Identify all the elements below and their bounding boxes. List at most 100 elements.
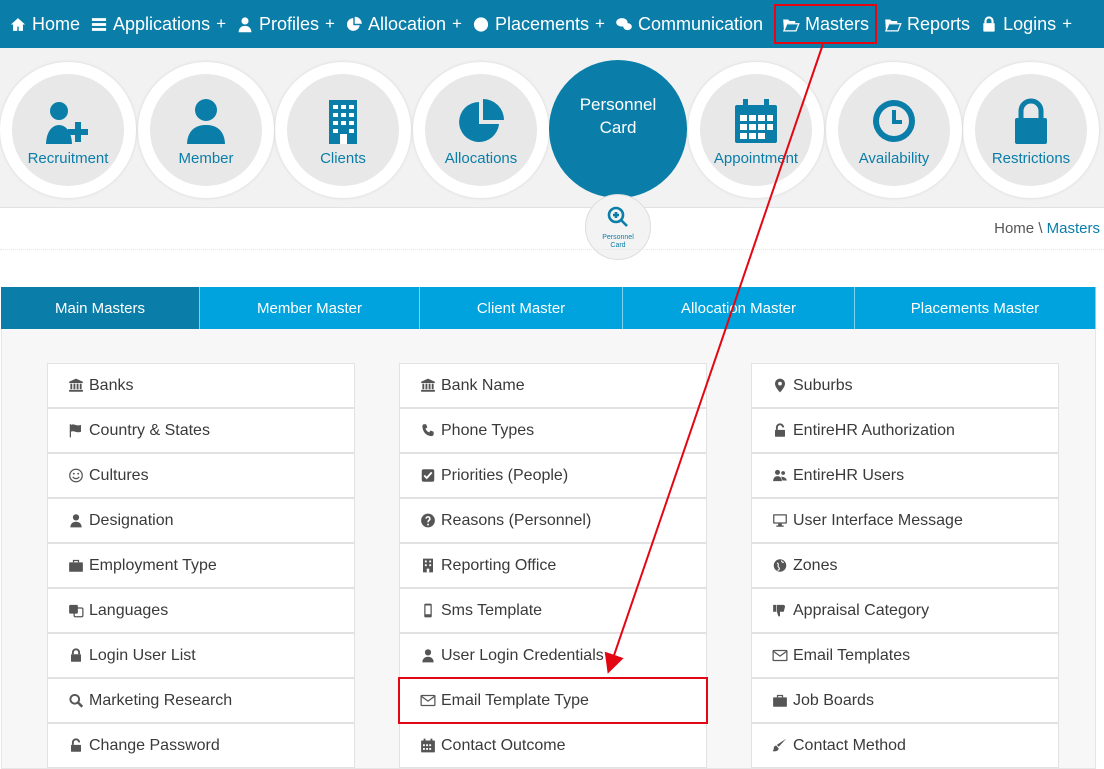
- master-item-banks[interactable]: Banks: [47, 363, 355, 408]
- master-item-label: Reasons (Personnel): [441, 511, 592, 529]
- clients-icon: [329, 99, 357, 144]
- tile-label: Allocations: [444, 149, 518, 167]
- master-item-label: User Login Credentials: [441, 646, 604, 664]
- nav-communication[interactable]: Communication: [612, 0, 770, 48]
- nav-label: Placements: [494, 13, 590, 34]
- master-item-bank-name[interactable]: Bank Name: [399, 363, 707, 408]
- tile-availability[interactable]: Availability: [826, 62, 962, 198]
- smile-icon: [69, 468, 83, 483]
- zoom-in-icon: [607, 206, 628, 227]
- tab-main-masters[interactable]: Main Masters: [1, 287, 200, 329]
- language-icon: [69, 604, 84, 618]
- master-item-contact-outcome[interactable]: Contact Outcome: [399, 723, 707, 768]
- envelope-icon: [420, 694, 436, 707]
- master-item-job-boards[interactable]: Job Boards: [751, 678, 1059, 723]
- top-nav: Home Applications + Profiles + Allocation + Pla…: [0, 0, 1104, 48]
- tab-client-master[interactable]: Client Master: [420, 287, 623, 329]
- bank-icon: [69, 378, 83, 392]
- tile-member[interactable]: Member: [138, 62, 274, 198]
- breadcrumb-current[interactable]: Masters: [1047, 220, 1100, 237]
- master-item-country-states[interactable]: Country & States: [47, 408, 355, 453]
- master-item-change-password[interactable]: Change Password: [47, 723, 355, 768]
- appointment-icon: [735, 98, 777, 143]
- breadcrumb-separator: \: [1038, 220, 1043, 237]
- nav-label: Allocation: [367, 13, 447, 34]
- master-item-suburbs[interactable]: Suburbs: [751, 363, 1059, 408]
- nav-allocation[interactable]: Allocation +: [342, 0, 469, 48]
- nav-applications[interactable]: Applications +: [87, 0, 233, 48]
- nav-logins[interactable]: Logins +: [977, 0, 1079, 48]
- tile-recruitment[interactable]: Recruitment: [0, 62, 136, 198]
- bank-icon: [421, 378, 435, 392]
- master-item-label: Email Templates: [793, 646, 911, 664]
- master-item-appraisal-category[interactable]: Appraisal Category: [751, 588, 1059, 633]
- flag-icon: [69, 424, 81, 438]
- master-item-phone-types[interactable]: Phone Types: [399, 408, 707, 453]
- master-item-user-interface-message[interactable]: User Interface Message: [751, 498, 1059, 543]
- master-item-priorities-people-[interactable]: Priorities (People): [399, 453, 707, 498]
- tile-label: Member: [178, 149, 234, 167]
- search-icon: [69, 693, 84, 708]
- nav-expand-icon[interactable]: +: [325, 14, 335, 34]
- master-item-user-login-credentials[interactable]: User Login Credentials: [399, 633, 707, 678]
- briefcase-icon: [773, 694, 787, 707]
- tab-placements-master[interactable]: Placements Master: [855, 287, 1096, 329]
- masters-panel: Banks Country & States Cultures Designation…: [1, 329, 1096, 769]
- master-item-marketing-research[interactable]: Marketing Research: [47, 678, 355, 723]
- personnel-card-title-2: Card: [599, 118, 637, 137]
- master-item-languages[interactable]: Languages: [47, 588, 355, 633]
- master-item-label: Change Password: [89, 736, 220, 754]
- personnel-card-tile[interactable]: Personnel Card: [549, 60, 687, 198]
- restrictions-icon: [1015, 98, 1047, 144]
- tile-label: Clients: [320, 149, 366, 167]
- nav-home[interactable]: Home: [6, 0, 87, 48]
- nav-placements[interactable]: Placements +: [469, 0, 612, 48]
- unlock-icon: [775, 423, 785, 437]
- master-item-label: Appraisal Category: [793, 601, 930, 619]
- tile-clients[interactable]: Clients: [275, 62, 411, 198]
- master-item-entirehr-authorization[interactable]: EntireHR Authorization: [751, 408, 1059, 453]
- tile-label: Restrictions: [991, 149, 1071, 167]
- master-item-label: Designation: [89, 511, 174, 529]
- nav-expand-icon[interactable]: +: [595, 14, 605, 34]
- master-item-sms-template[interactable]: Sms Template: [399, 588, 707, 633]
- user-icon: [238, 16, 252, 32]
- master-item-login-user-list[interactable]: Login User List: [47, 633, 355, 678]
- tile-appointment[interactable]: Appointment: [688, 62, 824, 198]
- master-item-reporting-office[interactable]: Reporting Office: [399, 543, 707, 588]
- master-item-employment-type[interactable]: Employment Type: [47, 543, 355, 588]
- nav-reports[interactable]: Reports: [881, 0, 977, 48]
- globe-icon: [473, 16, 489, 32]
- master-item-reasons-personnel-[interactable]: Reasons (Personnel): [399, 498, 707, 543]
- nav-expand-icon[interactable]: +: [216, 14, 226, 34]
- masters-column-1: Banks Country & States Cultures Designation…: [47, 363, 355, 768]
- master-item-label: Reporting Office: [441, 556, 557, 574]
- master-item-email-templates[interactable]: Email Templates: [751, 633, 1059, 678]
- tab-member-master[interactable]: Member Master: [200, 287, 420, 329]
- folder-open-icon: [885, 19, 902, 32]
- nav-expand-icon[interactable]: +: [452, 14, 462, 34]
- allocations-icon: [459, 98, 504, 142]
- tile-allocations[interactable]: Allocations: [413, 62, 549, 198]
- breadcrumb-home[interactable]: Home: [994, 220, 1034, 237]
- tab-allocation-master[interactable]: Allocation Master: [623, 287, 855, 329]
- envelope-icon: [772, 649, 788, 662]
- nav-masters[interactable]: Masters: [770, 0, 881, 48]
- master-item-zones[interactable]: Zones: [751, 543, 1059, 588]
- tile-restrictions[interactable]: Restrictions: [963, 62, 1099, 198]
- master-item-contact-method[interactable]: Contact Method: [751, 723, 1059, 768]
- master-item-entirehr-users[interactable]: EntireHR Users: [751, 453, 1059, 498]
- nav-expand-icon[interactable]: +: [1062, 14, 1072, 34]
- masters-column-3: Suburbs EntireHR Authorization EntireHR Us…: [751, 363, 1059, 768]
- users-icon: [773, 469, 787, 482]
- nav-profiles[interactable]: Profiles +: [233, 0, 342, 48]
- master-item-email-template-type[interactable]: Email Template Type: [398, 677, 708, 724]
- master-item-label: Contact Method: [793, 736, 906, 754]
- master-item-cultures[interactable]: Cultures: [47, 453, 355, 498]
- member-icon: [187, 98, 225, 144]
- question-circle-icon: [421, 513, 435, 528]
- master-item-designation[interactable]: Designation: [47, 498, 355, 543]
- personnel-card-badge[interactable]: Personnel Card: [585, 194, 651, 260]
- mobile-icon: [424, 603, 432, 618]
- user-icon: [422, 649, 434, 663]
